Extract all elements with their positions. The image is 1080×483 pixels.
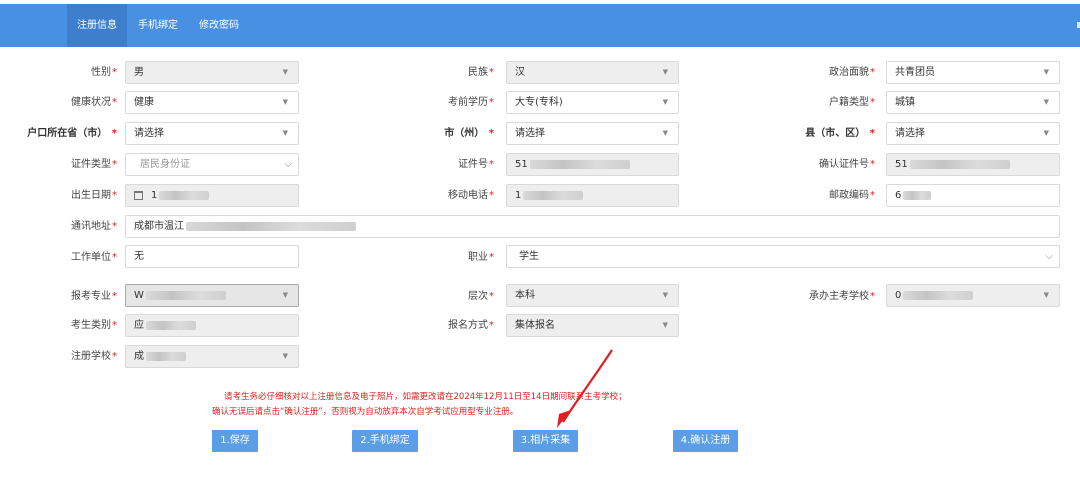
notice-line-2: 确认无误后请点击“确认注册”，否则视为自动放弃本次自学考试应用型专业注册。 (212, 407, 519, 417)
chevron-down-icon: ⌵ (1045, 251, 1053, 262)
photo-capture-button[interactable]: 3.相片采集 (513, 430, 578, 452)
level-label: 层次* (468, 291, 494, 302)
top-nav-bar: 注册信息 手机绑定 修改密码 (0, 4, 1080, 47)
id-type-label: 证件类型* (71, 159, 117, 170)
birth-date-input[interactable]: 1 (125, 184, 299, 207)
birth-date-label: 出生日期* (71, 190, 117, 201)
address-input[interactable]: 成都市温江 (125, 215, 1060, 238)
city-label: 市（州） * (444, 128, 494, 139)
chevron-down-icon: ▼ (1043, 291, 1049, 299)
chevron-down-icon: ▼ (662, 291, 668, 299)
reg-method-label: 报名方式* (448, 320, 494, 331)
level-select[interactable]: 本科 ▼ (506, 284, 679, 307)
confirm-register-button[interactable]: 4.确认注册 (673, 430, 738, 452)
occupation-label: 职业* (468, 252, 494, 263)
chevron-down-icon: ▼ (662, 321, 668, 329)
tab-phone-binding[interactable]: 手机绑定 (128, 4, 188, 47)
province-select[interactable]: 请选择 ▼ (125, 122, 299, 145)
city-select[interactable]: 请选择 ▼ (506, 122, 679, 145)
gender-select[interactable]: 男 ▼ (125, 61, 299, 84)
chevron-down-icon: ▼ (1043, 68, 1049, 76)
chevron-down-icon: ▼ (282, 352, 288, 360)
chevron-down-icon: ▼ (282, 291, 288, 299)
major-label: 报考专业* (71, 291, 117, 302)
education-label: 考前学历* (448, 97, 494, 108)
education-select[interactable]: 大专(专科) ▼ (506, 91, 679, 114)
major-select[interactable]: W ▼ (125, 284, 299, 307)
arrow-line (562, 349, 613, 423)
province-label: 户口所在省（市） * (27, 128, 117, 139)
hukou-type-label: 户籍类型* (829, 97, 875, 108)
id-confirm-input[interactable]: 51 (886, 153, 1060, 176)
reg-school-select[interactable]: 成 ▼ (125, 345, 299, 368)
chevron-down-icon: ▼ (1043, 129, 1049, 137)
mobile-input[interactable]: 1 (506, 184, 679, 207)
tab-registration-info[interactable]: 注册信息 (67, 4, 127, 47)
occupation-select[interactable]: 学生 ⌵ (506, 245, 1060, 268)
id-confirm-label: 确认证件号* (819, 159, 875, 170)
chevron-down-icon: ▼ (662, 129, 668, 137)
candidate-type-label: 考生类别* (71, 320, 117, 331)
political-select[interactable]: 共青团员 ▼ (886, 61, 1060, 84)
workplace-label: 工作单位* (71, 252, 117, 263)
chevron-down-icon: ▼ (662, 68, 668, 76)
ethnicity-select[interactable]: 汉 ▼ (506, 61, 679, 84)
ethnicity-label: 民族* (468, 67, 494, 78)
chevron-down-icon: ⌵ (284, 159, 292, 170)
workplace-input[interactable]: 无 (125, 245, 299, 268)
chevron-down-icon: ▼ (282, 68, 288, 76)
id-type-select[interactable]: 居民身份证 ⌵ (125, 153, 299, 176)
host-school-label: 承办主考学校* (809, 291, 875, 302)
chevron-down-icon: ▼ (282, 98, 288, 106)
health-label: 健康状况* (71, 97, 117, 108)
chevron-down-icon: ▼ (1043, 98, 1049, 106)
chevron-down-icon: ▼ (282, 129, 288, 137)
postcode-input[interactable]: 6 (886, 184, 1060, 207)
address-label: 通讯地址* (71, 221, 117, 232)
mobile-label: 移动电话* (448, 190, 494, 201)
id-number-input[interactable]: 51 (506, 153, 679, 176)
health-select[interactable]: 健康 ▼ (125, 91, 299, 114)
gender-label: 性别* (91, 67, 117, 78)
calendar-icon[interactable] (134, 190, 143, 200)
id-number-label: 证件号* (458, 159, 494, 170)
reg-method-select[interactable]: 集体报名 ▼ (506, 314, 679, 337)
save-button[interactable]: 1.保存 (212, 430, 258, 452)
county-label: 县（市、区） * (805, 128, 875, 139)
hukou-type-select[interactable]: 城镇 ▼ (886, 91, 1060, 114)
host-school-select[interactable]: 0 ▼ (886, 284, 1060, 307)
tab-change-password[interactable]: 修改密码 (189, 4, 249, 47)
bind-phone-button[interactable]: 2.手机绑定 (352, 430, 418, 452)
county-select[interactable]: 请选择 ▼ (886, 122, 1060, 145)
chevron-down-icon: ▼ (662, 98, 668, 106)
postcode-label: 邮政编码* (829, 190, 875, 201)
political-label: 政治面貌* (829, 67, 875, 78)
candidate-type-select[interactable]: 应 (125, 314, 299, 337)
reg-school-label: 注册学校* (71, 351, 117, 362)
red-arrow-annotation (557, 349, 613, 428)
